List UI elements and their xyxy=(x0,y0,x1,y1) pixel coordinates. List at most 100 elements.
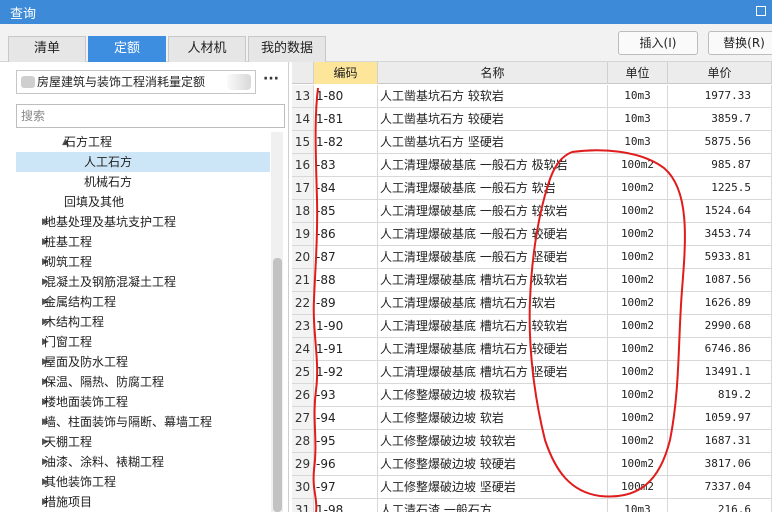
tree-item-label: 保温、隔热、防腐工程 xyxy=(44,375,165,389)
scrollbar-thumb[interactable] xyxy=(273,258,282,512)
code-cell: 1-80 xyxy=(314,85,378,107)
price-cell: 1626.89 xyxy=(668,292,772,314)
price-cell: 3859.7 xyxy=(668,108,772,130)
tree-item[interactable]: ▶ 金属结构工程 xyxy=(16,292,270,312)
table-row[interactable]: 18 -85 人工清理爆破基底 一般石方 较软岩 100m2 1524.64 xyxy=(292,200,772,223)
price-cell: 1687.31 xyxy=(668,430,772,452)
tab-bill[interactable]: 清单 xyxy=(8,36,86,62)
row-number: 27 xyxy=(292,407,314,429)
header-unit[interactable]: 单位 xyxy=(608,62,668,84)
tree-item-label: 地基处理及基坑支护工程 xyxy=(44,215,177,229)
tree-item[interactable]: ▶ 屋面及防水工程 xyxy=(16,352,270,372)
library-select[interactable]: 房屋建筑与装饰工程消耗量定额 xyxy=(16,70,256,94)
tree-item[interactable]: 机械石方 xyxy=(16,172,270,192)
tree-item[interactable]: ▶ 天棚工程 xyxy=(16,432,270,452)
tree-item[interactable]: ▶ 保温、隔热、防腐工程 xyxy=(16,372,270,392)
unit-cell: 100m2 xyxy=(608,177,668,199)
table-row[interactable]: 29 -96 人工修整爆破边坡 较硬岩 100m2 3817.06 xyxy=(292,453,772,476)
table-row[interactable]: 30 -97 人工修整爆破边坡 坚硬岩 100m2 7337.04 xyxy=(292,476,772,499)
code-cell: -85 xyxy=(314,200,378,222)
table-row[interactable]: 31 1-98 人工清石渣 一般石方 10m3 216.6 xyxy=(292,499,772,512)
price-cell: 3817.06 xyxy=(668,453,772,475)
table-row[interactable]: 27 -94 人工修整爆破边坡 软岩 100m2 1059.97 xyxy=(292,407,772,430)
price-cell: 216.6 xyxy=(668,499,772,512)
tree-item-label: 混凝土及钢筋混凝土工程 xyxy=(44,275,177,289)
table-row[interactable]: 19 -86 人工清理爆破基底 一般石方 较硬岩 100m2 3453.74 xyxy=(292,223,772,246)
code-cell: 1-90 xyxy=(314,315,378,337)
tab-labor-material-machine[interactable]: 人材机 xyxy=(168,36,246,62)
table-row[interactable]: 22 -89 人工清理爆破基底 槽坑石方 软岩 100m2 1626.89 xyxy=(292,292,772,315)
search-input[interactable] xyxy=(21,106,284,126)
name-cell: 人工修整爆破边坡 较硬岩 xyxy=(378,453,608,475)
name-cell: 人工修整爆破边坡 坚硬岩 xyxy=(378,476,608,498)
tab-quota[interactable]: 定额 xyxy=(88,36,166,62)
tab-bar: 清单 定额 人材机 我的数据 插入(I) 替换(R) xyxy=(0,24,772,62)
code-cell: -88 xyxy=(314,269,378,291)
tree-item[interactable]: ▶ 混凝土及钢筋混凝土工程 xyxy=(16,272,270,292)
tree-item[interactable]: ▶ 地基处理及基坑支护工程 xyxy=(16,212,270,232)
price-cell: 6746.86 xyxy=(668,338,772,360)
row-number: 16 xyxy=(292,154,314,176)
code-cell: -94 xyxy=(314,407,378,429)
table-row[interactable]: 24 1-91 人工清理爆破基底 槽坑石方 较硬岩 100m2 6746.86 xyxy=(292,338,772,361)
table-row[interactable]: 21 -88 人工清理爆破基底 槽坑石方 极软岩 100m2 1087.56 xyxy=(292,269,772,292)
code-cell: -96 xyxy=(314,453,378,475)
code-cell: 1-82 xyxy=(314,131,378,153)
tree-item[interactable]: ▶ 其他装饰工程 xyxy=(16,472,270,492)
name-cell: 人工清理爆破基底 槽坑石方 极软岩 xyxy=(378,269,608,291)
tree-item[interactable]: ▶ 木结构工程 xyxy=(16,312,270,332)
table-row[interactable]: 17 -84 人工清理爆破基底 一般石方 软岩 100m2 1225.5 xyxy=(292,177,772,200)
unit-cell: 100m2 xyxy=(608,154,668,176)
tree-item[interactable]: ▶ 油漆、涂料、裱糊工程 xyxy=(16,452,270,472)
tree-item[interactable]: 回填及其他 xyxy=(16,192,270,212)
unit-cell: 100m2 xyxy=(608,269,668,291)
unit-cell: 100m2 xyxy=(608,292,668,314)
table-row[interactable]: 28 -95 人工修整爆破边坡 较软岩 100m2 1687.31 xyxy=(292,430,772,453)
maximize-icon[interactable] xyxy=(756,6,766,16)
name-cell: 人工清理爆破基底 槽坑石方 较软岩 xyxy=(378,315,608,337)
table-row[interactable]: 25 1-92 人工清理爆破基底 槽坑石方 坚硬岩 100m2 13491.1 xyxy=(292,361,772,384)
code-cell: -87 xyxy=(314,246,378,268)
tree-item[interactable]: ▶ 桩基工程 xyxy=(16,232,270,252)
code-cell: -93 xyxy=(314,384,378,406)
table-row[interactable]: 15 1-82 人工凿基坑石方 坚硬岩 10m3 5875.56 xyxy=(292,131,772,154)
library-select-value: 房屋建筑与装饰工程消耗量定额 xyxy=(37,75,206,89)
tree-item[interactable]: ▶ 砌筑工程 xyxy=(16,252,270,272)
row-number: 14 xyxy=(292,108,314,130)
code-cell: 1-92 xyxy=(314,361,378,383)
tab-my-data[interactable]: 我的数据 xyxy=(248,36,326,62)
tree-item[interactable]: ▶ 楼地面装饰工程 xyxy=(16,392,270,412)
code-cell: 1-91 xyxy=(314,338,378,360)
header-code[interactable]: 编码 xyxy=(314,62,378,84)
tree-item-label: 屋面及防水工程 xyxy=(44,355,129,369)
row-number: 17 xyxy=(292,177,314,199)
tree-item[interactable]: ▶ 墙、柱面装饰与隔断、幕墙工程 xyxy=(16,412,270,432)
tree-item-label: 墙、柱面装饰与隔断、幕墙工程 xyxy=(44,415,213,429)
table-row[interactable]: 16 -83 人工清理爆破基底 一般石方 极软岩 100m2 985.87 xyxy=(292,154,772,177)
table-row[interactable]: 13 1-80 人工凿基坑石方 较软岩 10m3 1977.33 xyxy=(292,85,772,108)
insert-button[interactable]: 插入(I) xyxy=(618,31,698,55)
header-name[interactable]: 名称 xyxy=(378,62,608,84)
tree-item[interactable]: ▶ 措施项目 xyxy=(16,492,270,512)
tree-scrollbar[interactable] xyxy=(271,132,283,512)
table-row[interactable]: 26 -93 人工修整爆破边坡 极软岩 100m2 819.2 xyxy=(292,384,772,407)
table-row[interactable]: 14 1-81 人工凿基坑石方 较硬岩 10m3 3859.7 xyxy=(292,108,772,131)
row-number: 20 xyxy=(292,246,314,268)
search-box[interactable] xyxy=(16,104,285,128)
table-row[interactable]: 23 1-90 人工清理爆破基底 槽坑石方 较软岩 100m2 2990.68 xyxy=(292,315,772,338)
tree-item-label: 回填及其他 xyxy=(64,195,125,209)
unit-cell: 100m2 xyxy=(608,315,668,337)
tree-item[interactable]: ▶ 门窗工程 xyxy=(16,332,270,352)
window-titlebar: 查询 xyxy=(0,0,772,24)
table-row[interactable]: 20 -87 人工清理爆破基底 一般石方 坚硬岩 100m2 5933.81 xyxy=(292,246,772,269)
tree-item[interactable]: ▲ 石方工程 xyxy=(16,132,270,152)
tree-item-label: 措施项目 xyxy=(44,495,93,509)
window-title: 查询 xyxy=(10,6,37,22)
category-tree: ▲ 石方工程 人工石方 机械石方回填及其他 ▶ 地基处理及基坑支护工程 ▶ 桩基工程 ▶ 砌筑工程… xyxy=(16,132,270,512)
header-price[interactable]: 单价 xyxy=(668,62,772,84)
tree-item-label: 石方工程 xyxy=(64,135,113,149)
tree-item[interactable]: 人工石方 xyxy=(16,152,270,172)
more-button[interactable]: ··· xyxy=(258,70,284,94)
row-number: 18 xyxy=(292,200,314,222)
replace-button[interactable]: 替换(R) xyxy=(708,31,772,55)
